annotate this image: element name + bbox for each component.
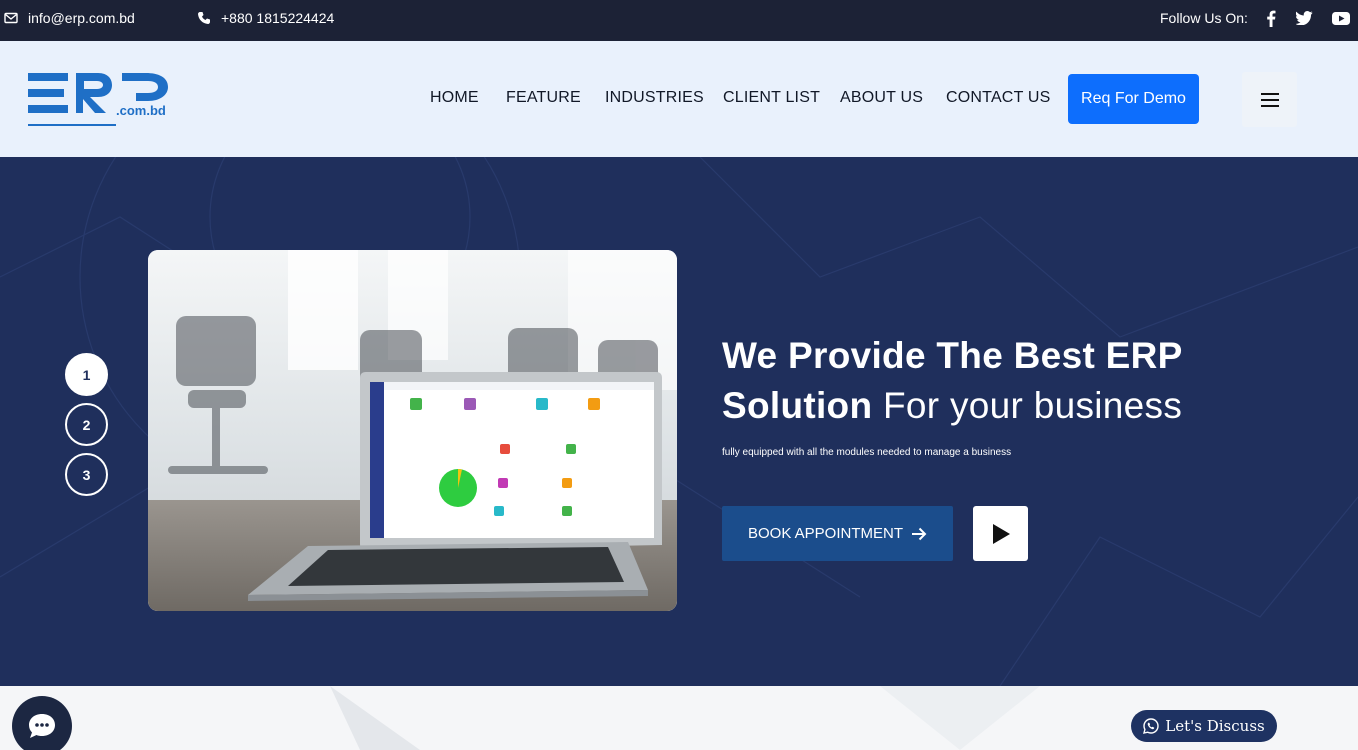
twitter-icon[interactable]	[1294, 9, 1314, 27]
request-demo-button[interactable]: Req For Demo	[1068, 74, 1199, 124]
nav-feature[interactable]: FEATURE	[506, 89, 581, 107]
phone-text: +880 1815224424	[221, 10, 335, 26]
follow-label: Follow Us On:	[1160, 0, 1248, 36]
headline-bold-1: We Provide The Best ERP	[722, 335, 1183, 376]
live-chat-button[interactable]	[12, 696, 72, 750]
logo-mark	[28, 73, 168, 126]
chat-icon	[29, 714, 55, 738]
youtube-icon[interactable]	[1331, 9, 1351, 27]
hero-laptop-image	[148, 250, 677, 611]
headline-bold-2: Solution	[722, 385, 873, 426]
slide-dot-3[interactable]: 3	[65, 453, 108, 496]
top-bar: info@erp.com.bd +880 1815224424 Follow U…	[0, 0, 1358, 41]
discuss-label: Let's Discuss	[1165, 717, 1265, 735]
hero-subtitle: fully equipped with all the modules need…	[722, 447, 1012, 458]
nav-about-us[interactable]: ABOUT US	[840, 89, 923, 107]
nav-home[interactable]: HOME	[430, 89, 479, 107]
hamburger-icon	[1260, 92, 1279, 107]
logo-domain: .com.bd	[116, 103, 166, 118]
book-appointment-label: BOOK APPOINTMENT	[747, 525, 904, 542]
whatsapp-discuss-button[interactable]: Let's Discuss	[1131, 710, 1277, 742]
whatsapp-icon	[1143, 718, 1159, 734]
nav-client-list[interactable]: CLIENT LIST	[723, 89, 820, 107]
erp-logo[interactable]: .com.bd	[28, 71, 170, 127]
follow-text: Follow Us On:	[1160, 10, 1248, 26]
phone-icon	[198, 12, 210, 24]
play-icon	[992, 523, 1010, 544]
contact-email[interactable]: info@erp.com.bd	[4, 0, 135, 36]
book-appointment-button[interactable]: BOOK APPOINTMENT	[722, 506, 953, 561]
contact-phone[interactable]: +880 1815224424	[197, 0, 334, 36]
headline-light: For your business	[882, 385, 1183, 426]
email-text: info@erp.com.bd	[28, 10, 135, 26]
arrow-right-icon	[912, 527, 927, 540]
hero-section: 1 2 3 We Provide The Best ERP Solution F…	[0, 157, 1358, 686]
slide-dot-1[interactable]: 1	[65, 353, 108, 396]
facebook-icon[interactable]	[1261, 9, 1281, 27]
nav-industries[interactable]: INDUSTRIES	[605, 89, 704, 107]
hero-headline: We Provide The Best ERP Solution For you…	[722, 331, 1322, 431]
menu-button[interactable]	[1242, 72, 1297, 127]
slide-dot-2[interactable]: 2	[65, 403, 108, 446]
mail-icon	[4, 12, 18, 24]
play-video-button[interactable]	[973, 506, 1028, 561]
main-header: .com.bd HOME FEATURE INDUSTRIES CLIENT L…	[0, 41, 1358, 157]
laptop-illustration	[148, 250, 677, 611]
nav-contact-us[interactable]: CONTACT US	[946, 89, 1051, 107]
